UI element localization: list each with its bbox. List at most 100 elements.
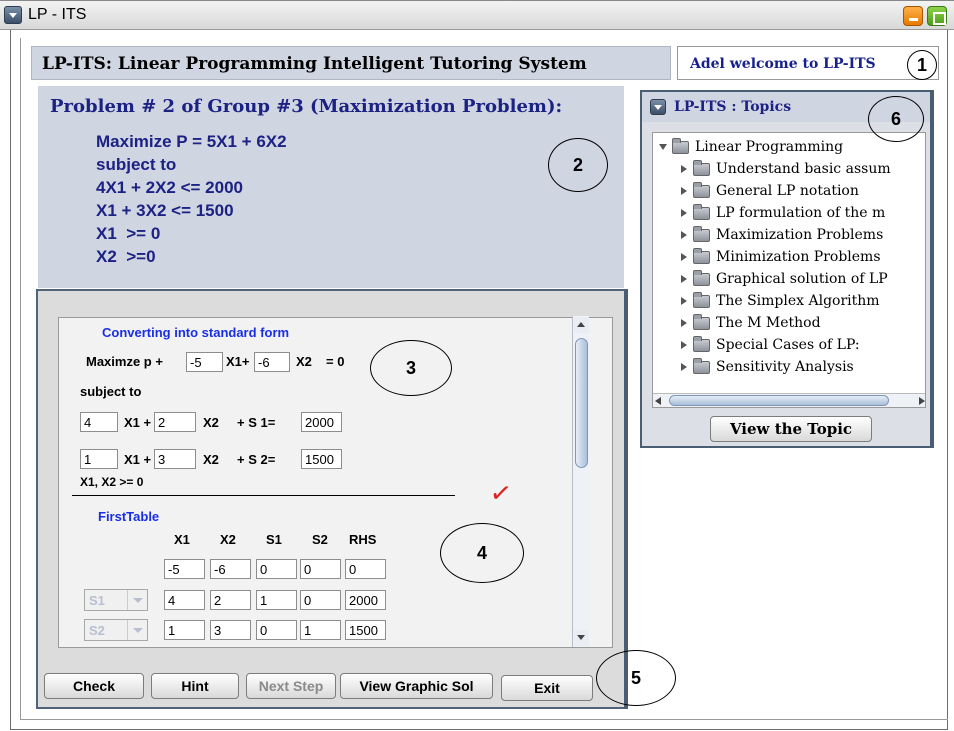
collapsed-icon[interactable] [681, 297, 687, 305]
chevron-down-icon[interactable] [127, 590, 147, 610]
problem-statement: Maximize P = 5X1 + 6X2 subject to 4X1 + … [96, 130, 287, 268]
tree-item[interactable]: General LP notation [681, 180, 859, 202]
tree-item[interactable]: Graphical solution of LP [681, 268, 888, 290]
table-cell[interactable] [210, 620, 251, 640]
folder-icon [693, 357, 710, 374]
tree-item-label: Graphical solution of LP [716, 271, 888, 287]
callout-4: 4 [440, 523, 524, 583]
constraint1-rhs[interactable] [301, 412, 342, 432]
scroll-left-icon[interactable] [655, 397, 661, 405]
expanded-icon[interactable] [659, 144, 667, 150]
check-button[interactable]: Check [44, 673, 144, 699]
collapsed-icon[interactable] [681, 275, 687, 283]
basis-select-value: S2 [89, 623, 105, 638]
basis-select-row2[interactable]: S2 [84, 619, 148, 641]
table-cell[interactable] [210, 590, 251, 610]
tree-item[interactable]: The Simplex Algorithm [681, 290, 880, 312]
topics-menu-icon[interactable] [650, 99, 666, 115]
objective-coef-x2[interactable] [254, 352, 290, 372]
hscrollbar-thumb[interactable] [669, 395, 889, 406]
table-cell[interactable] [300, 590, 341, 610]
table-cell[interactable] [164, 590, 205, 610]
tree-item[interactable]: Maximization Problems [681, 224, 883, 246]
scroll-down-icon[interactable] [574, 630, 589, 646]
constraint1-coef-x1[interactable] [80, 412, 118, 432]
tree-item[interactable]: Minimization Problems [681, 246, 881, 268]
table-header: X2 [220, 532, 236, 547]
tree-root[interactable]: Linear Programming [659, 136, 843, 158]
folder-icon [693, 247, 710, 264]
tree-item[interactable]: LP formulation of the m [681, 202, 885, 224]
tree-item-label: The M Method [716, 315, 821, 331]
window-menu-icon[interactable] [4, 6, 22, 24]
section-divider [72, 495, 455, 496]
collapsed-icon[interactable] [681, 165, 687, 173]
collapsed-icon[interactable] [681, 187, 687, 195]
basis-select-value: S1 [89, 593, 105, 608]
workspace-frame [36, 289, 628, 709]
objective-x2-label: X2 [296, 354, 312, 369]
collapsed-icon[interactable] [681, 209, 687, 217]
objective-prefix: Maximze p + [86, 354, 163, 369]
folder-icon [693, 203, 710, 220]
tree-item[interactable]: Sensitivity Analysis [681, 356, 854, 378]
problem-line: X1 >= 0 [96, 224, 161, 243]
table-cell[interactable] [210, 559, 251, 579]
collapsed-icon[interactable] [681, 253, 687, 261]
tree-item[interactable]: Special Cases of LP: [681, 334, 860, 356]
view-topic-button[interactable]: View the Topic [710, 416, 872, 442]
table-cell[interactable] [256, 620, 297, 640]
constraint1-x1-label: X1 + [124, 415, 152, 430]
constraint2-coef-x2[interactable] [154, 449, 196, 469]
tree-item-label: Maximization Problems [716, 227, 884, 243]
table-cell[interactable] [345, 590, 386, 610]
table-cell[interactable] [164, 620, 205, 640]
table-cell[interactable] [300, 559, 341, 579]
table-cell[interactable] [300, 620, 341, 640]
folder-icon [693, 313, 710, 330]
workspace-scrollbar[interactable] [572, 316, 589, 647]
collapsed-icon[interactable] [681, 363, 687, 371]
tree-item[interactable]: Understand basic assum [681, 158, 891, 180]
callout-3: 3 [370, 340, 452, 396]
tree-item-label: Minimization Problems [716, 249, 881, 265]
welcome-message: Adel welcome to LP-ITS [690, 56, 876, 72]
tree-item[interactable]: The M Method [681, 312, 821, 334]
callout-1: 1 [907, 50, 937, 80]
scroll-right-icon[interactable] [919, 397, 925, 405]
topics-tree: Linear Programming Understand basic assu… [652, 132, 926, 408]
tree-hscrollbar[interactable] [653, 393, 925, 407]
view-graphic-sol-button[interactable]: View Graphic Sol [340, 673, 493, 699]
objective-coef-x1[interactable] [186, 352, 223, 372]
collapsed-icon[interactable] [681, 319, 687, 327]
collapsed-icon[interactable] [681, 231, 687, 239]
next-step-button[interactable]: Next Step [246, 673, 336, 699]
constraint2-coef-x1[interactable] [80, 449, 118, 469]
scrollbar-thumb[interactable] [575, 338, 588, 468]
table-cell[interactable] [256, 590, 297, 610]
table-cell[interactable] [256, 559, 297, 579]
tree-root-label: Linear Programming [695, 139, 844, 155]
table-cell[interactable] [345, 559, 386, 579]
header-bar: LP-ITS: Linear Programming Intelligent T… [31, 46, 671, 80]
exit-button[interactable]: Exit [501, 675, 593, 701]
chevron-down-icon[interactable] [127, 620, 147, 640]
problem-line: Maximize P = 5X1 + 6X2 [96, 132, 287, 151]
maximize-icon[interactable] [927, 6, 947, 26]
folder-icon [693, 181, 710, 198]
constraint2-slack: + S 2= [237, 452, 276, 467]
callout-5: 5 [596, 650, 676, 706]
table-cell[interactable] [345, 620, 386, 640]
table-cell[interactable] [164, 559, 205, 579]
tree-item-label: Special Cases of LP: [716, 337, 860, 353]
collapsed-icon[interactable] [681, 341, 687, 349]
tree-item-label: Sensitivity Analysis [716, 359, 854, 375]
basis-select-row1[interactable]: S1 [84, 589, 148, 611]
constraint1-coef-x2[interactable] [154, 412, 196, 432]
minimize-icon[interactable] [903, 6, 923, 26]
hint-button[interactable]: Hint [151, 673, 239, 699]
constraint2-rhs[interactable] [301, 449, 342, 469]
problem-line: X2 >=0 [96, 247, 156, 266]
scroll-up-icon[interactable] [574, 317, 589, 333]
app-heading: LP-ITS: Linear Programming Intelligent T… [42, 54, 587, 74]
